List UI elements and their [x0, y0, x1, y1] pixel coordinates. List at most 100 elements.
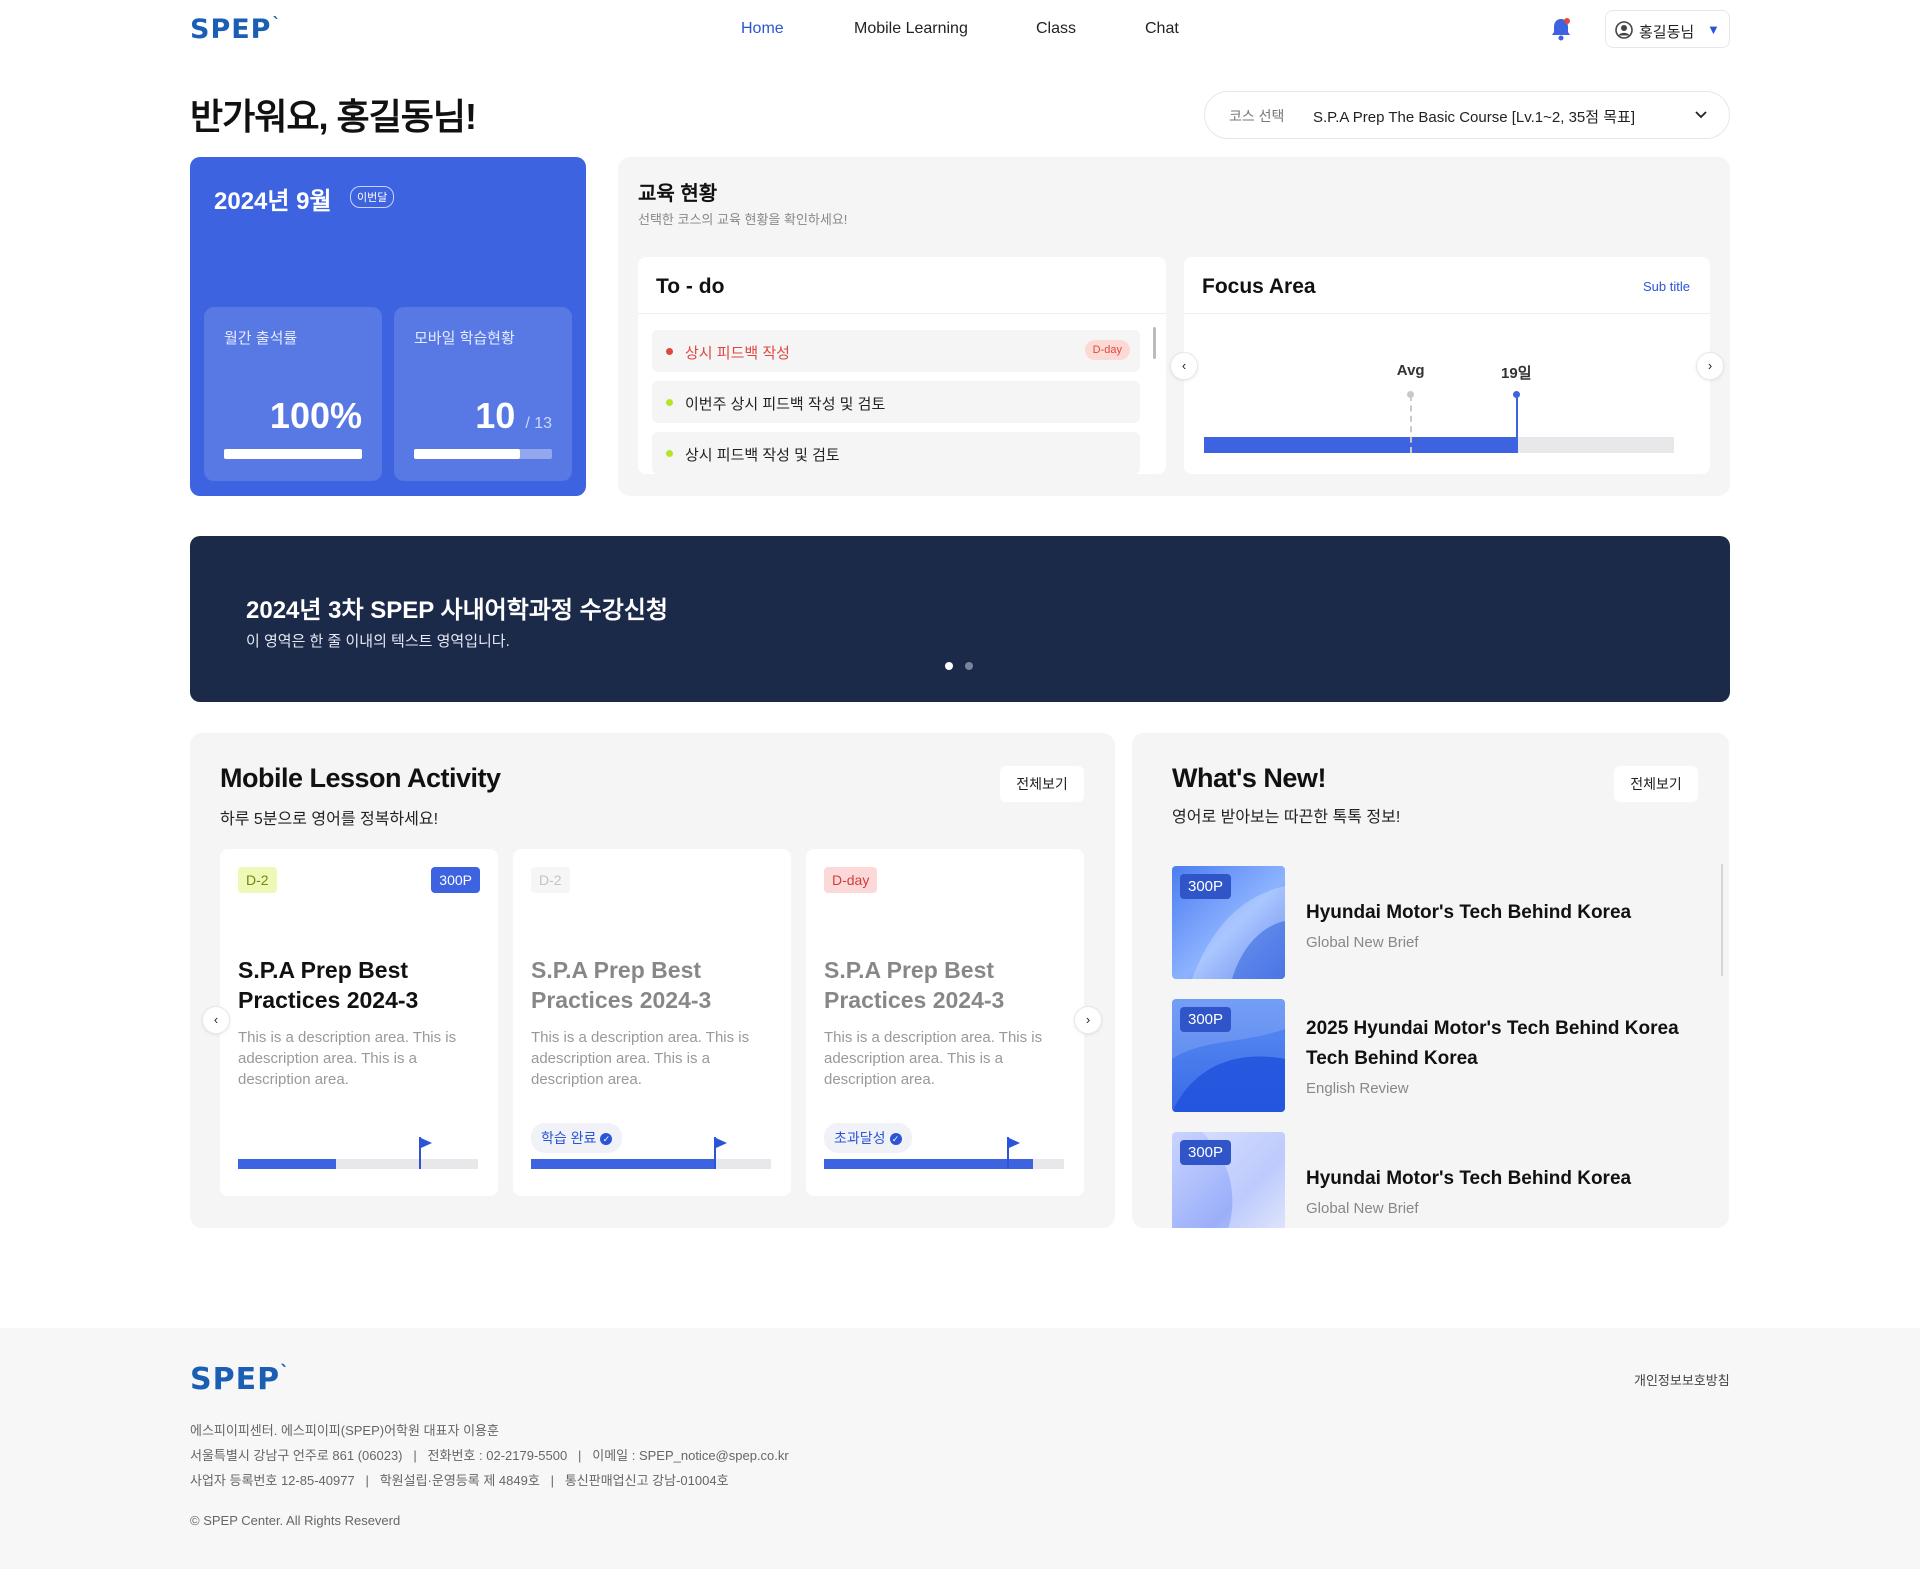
footer-copyright: © SPEP Center. All Rights Reseverd	[190, 1513, 401, 1528]
chevron-right-icon[interactable]: ›	[1696, 352, 1724, 380]
dday-badge: D-day	[1084, 340, 1130, 360]
section-subtitle: 하루 5분으로 영어를 정복하세요!	[220, 811, 439, 828]
nav-home[interactable]: Home	[741, 20, 784, 38]
education-status: 교육 현황 선택한 코스의 교육 현황을 확인하세요! To - do 상시 피…	[618, 157, 1730, 496]
focus-area-panel: Focus Area Sub title Avg 19일	[1184, 257, 1710, 474]
status-dot	[666, 450, 673, 457]
focus-subtitle-link[interactable]: Sub title	[1643, 279, 1690, 294]
view-all-button[interactable]: 전체보기	[1000, 766, 1084, 802]
lesson-card[interactable]: D-2 300P S.P.A Prep Best Practices 2024-…	[220, 849, 498, 1196]
view-all-button[interactable]: 전체보기	[1614, 766, 1698, 802]
status-chip: 학습 완료 ✓	[531, 1123, 623, 1153]
points-badge: 300P	[1180, 874, 1232, 899]
monthly-summary-card: 2024년 9월 이번달 월간 출석률 100% 모바일 학습현황 10 / 1…	[190, 157, 586, 496]
dday-tag: D-day	[824, 867, 878, 893]
todo-item[interactable]: 이번주 상시 피드백 작성 및 검토	[652, 381, 1140, 423]
course-select[interactable]: 코스 선택 S.P.A Prep The Basic Course [Lv.1~…	[1204, 91, 1730, 139]
points-badge: 300P	[1180, 1007, 1232, 1032]
month-title: 2024년 9월	[214, 188, 332, 215]
mobile-progress-fill	[414, 449, 521, 459]
chevron-left-icon[interactable]: ‹	[202, 1006, 230, 1034]
lesson-description: This is a description area. This is ades…	[824, 1029, 1043, 1088]
news-item[interactable]: 300P 2025 Hyundai Motor's Tech Behind Ko…	[1172, 999, 1692, 1114]
lesson-title: S.P.A Prep Best Practices 2024-3	[824, 957, 1005, 1013]
user-icon	[1615, 21, 1633, 39]
news-title: 2025 Hyundai Motor's Tech Behind Korea	[1306, 1018, 1679, 1039]
todo-text: 상시 피드백 작성 및 검토	[685, 447, 840, 464]
footer-registration: 사업자 등록번호 12-85-40977 | 학원설립·운영등록 제 4849호…	[190, 1473, 729, 1488]
status-dot	[666, 399, 673, 406]
status-dot	[666, 348, 673, 355]
todo-text: 상시 피드백 작성	[685, 345, 790, 362]
news-subtitle: English Review	[1306, 1080, 1409, 1097]
flag-icon	[1007, 1137, 1020, 1169]
caret-down-icon: ▼	[1707, 22, 1720, 37]
attendance-stat: 월간 출석률 100%	[204, 307, 382, 481]
footer-contact: 서울특별시 강남구 언주로 861 (06023) | 전화번호 : 02-21…	[190, 1448, 789, 1463]
privacy-policy-link[interactable]: 개인정보보호방침	[1634, 1370, 1730, 1389]
flag-icon	[714, 1137, 727, 1169]
todo-item[interactable]: 상시 피드백 작성 D-day	[652, 330, 1140, 372]
status-chip: 초과달성 ✓	[824, 1123, 912, 1153]
news-subtitle: Global New Brief	[1306, 934, 1419, 951]
lesson-card[interactable]: D-2 S.P.A Prep Best Practices 2024-3 Thi…	[513, 849, 791, 1196]
nav-chat[interactable]: Chat	[1145, 20, 1179, 38]
footer-logo: SPEP`	[190, 1362, 291, 1397]
todo-scrollbar[interactable]	[1153, 327, 1156, 359]
value-marker-line	[1515, 395, 1518, 453]
focus-progress-fill	[1204, 437, 1517, 453]
user-menu[interactable]: 홍길동님 ▼	[1605, 10, 1730, 48]
section-title: Mobile Lesson Activity	[220, 763, 501, 793]
avg-marker-line	[1409, 395, 1412, 453]
check-icon: ✓	[600, 1133, 613, 1145]
news-title: Hyundai Motor's Tech Behind Korea	[1306, 1168, 1632, 1189]
lesson-progress-bar	[824, 1137, 1064, 1169]
divider	[1184, 313, 1710, 314]
bell-icon[interactable]	[1550, 17, 1572, 41]
attendance-progress-bar	[224, 449, 362, 459]
month-badge: 이번달	[350, 186, 395, 208]
todo-panel: To - do 상시 피드백 작성 D-day 이번주 상시 피드백 작성 및 …	[638, 257, 1166, 474]
header: SPEP` Home Mobile Learning Class Chat 홍길…	[0, 0, 1920, 62]
lesson-description: This is a description area. This is ades…	[531, 1029, 750, 1088]
news-title: Hyundai Motor's Tech Behind Korea	[1306, 902, 1632, 923]
lesson-title: S.P.A Prep Best Practices 2024-3	[238, 957, 419, 1013]
banner-dot[interactable]	[965, 662, 973, 670]
news-subtitle: Global New Brief	[1306, 1200, 1419, 1217]
points-badge: 300P	[431, 867, 480, 893]
news-scrollbar[interactable]	[1721, 864, 1723, 976]
lesson-title: S.P.A Prep Best Practices 2024-3	[531, 957, 712, 1013]
attendance-label: 월간 출석률	[224, 330, 298, 347]
chevron-left-icon[interactable]: ‹	[1170, 352, 1198, 380]
todo-title: To - do	[656, 275, 725, 298]
mobile-value: 10 / 13	[475, 395, 552, 436]
flag-icon	[419, 1137, 432, 1169]
lesson-description: This is a description area. This is ades…	[238, 1029, 457, 1088]
dday-tag: D-2	[238, 867, 277, 893]
todo-item[interactable]: 상시 피드백 작성 및 검토	[652, 432, 1140, 474]
section-subtitle: 영어로 받아보는 따끈한 톡톡 정보!	[1172, 809, 1401, 826]
banner-subtitle: 이 영역은 한 줄 이내의 텍스트 영역입니다.	[246, 633, 510, 650]
news-item[interactable]: 300P Hyundai Motor's Tech Behind Korea G…	[1172, 1132, 1692, 1228]
lesson-progress-fill	[238, 1159, 337, 1169]
mobile-progress-bar	[414, 449, 552, 459]
banner-dot-active[interactable]	[945, 662, 953, 670]
nav-class[interactable]: Class	[1036, 20, 1076, 38]
nav-mobile-learning[interactable]: Mobile Learning	[854, 20, 968, 38]
divider	[638, 313, 1166, 314]
lesson-card[interactable]: D-day S.P.A Prep Best Practices 2024-3 T…	[806, 849, 1084, 1196]
news-item[interactable]: 300P Hyundai Motor's Tech Behind Korea G…	[1172, 866, 1692, 981]
course-select-label: 코스 선택	[1229, 108, 1285, 124]
attendance-value: 100%	[269, 395, 362, 436]
lesson-progress-bar	[238, 1137, 478, 1169]
chevron-right-icon[interactable]: ›	[1074, 1006, 1102, 1034]
page-title: 반가워요, 홍길동님!	[190, 96, 477, 137]
dday-tag: D-2	[531, 867, 570, 893]
promo-banner[interactable]: 2024년 3차 SPEP 사내어학과정 수강신청 이 영역은 한 줄 이내의 …	[190, 536, 1730, 702]
banner-title: 2024년 3차 SPEP 사내어학과정 수강신청	[246, 597, 668, 624]
edu-subtitle: 선택한 코스의 교육 현황을 확인하세요!	[638, 212, 848, 227]
mobile-label: 모바일 학습현황	[414, 330, 515, 347]
check-icon: ✓	[889, 1133, 902, 1145]
focus-progress-bar	[1204, 437, 1674, 453]
points-badge: 300P	[1180, 1140, 1232, 1165]
